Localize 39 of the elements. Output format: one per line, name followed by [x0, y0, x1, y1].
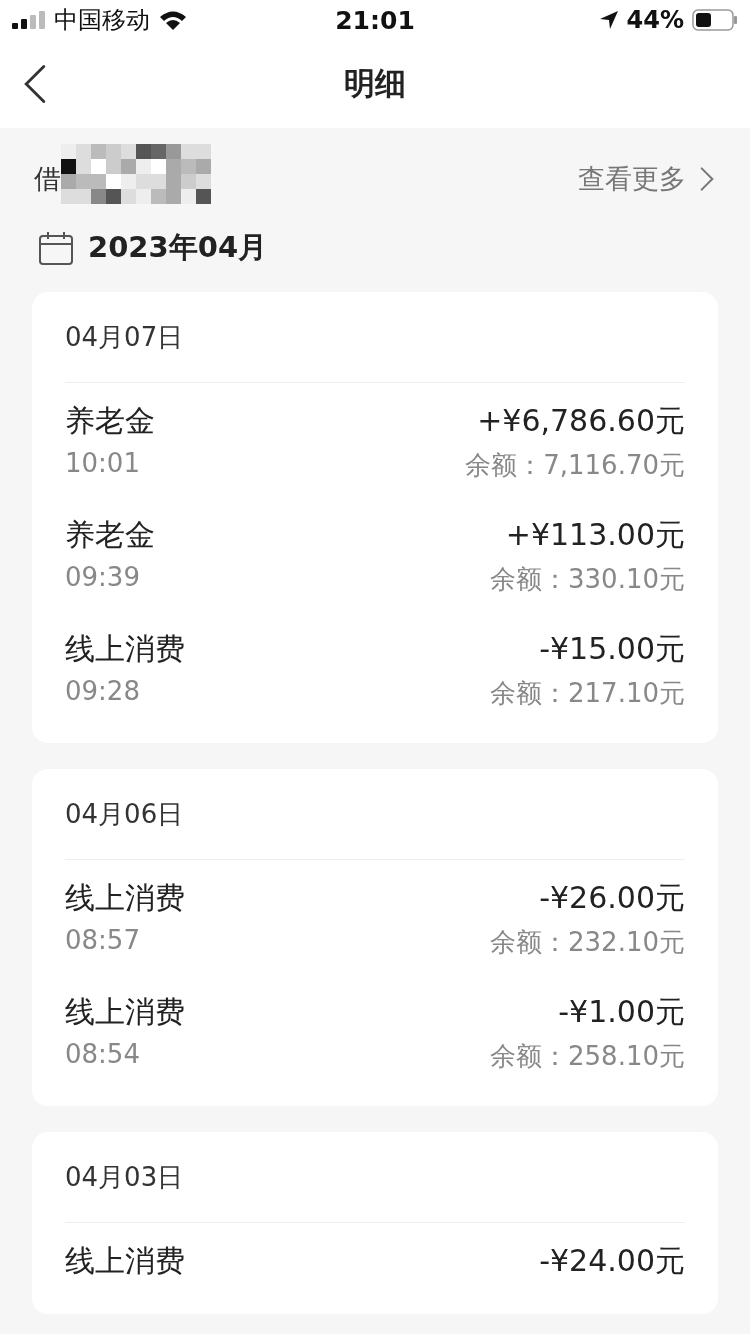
day-date: 04月06日 [65, 797, 184, 831]
balance-text: 余额：232.10元 [490, 926, 685, 959]
transaction-time: 09:39 [65, 562, 141, 594]
transaction-name: 线上消费 [65, 630, 186, 668]
transaction-name: 线上消费 [65, 1242, 186, 1280]
balance-text: 余额：258.10元 [490, 1040, 685, 1073]
transaction-amount: -¥26.00元 [539, 879, 685, 917]
signal-icon [12, 11, 46, 29]
balance-text: 余额：217.10元 [490, 677, 685, 710]
transaction-amount: +¥113.00元 [505, 516, 685, 554]
transaction-time: 08:57 [65, 925, 141, 957]
chevron-right-icon [700, 167, 714, 191]
transaction-time: 10:01 [65, 448, 141, 480]
balance-text: 余额：330.10元 [490, 563, 685, 596]
account-name: 借 [34, 162, 61, 196]
transaction-name: 养老金 [65, 402, 156, 440]
day-date: 04月07日 [65, 320, 184, 354]
transaction-amount: -¥24.00元 [539, 1242, 685, 1280]
transaction-amount: -¥15.00元 [539, 630, 685, 668]
transaction-name: 线上消费 [65, 993, 186, 1031]
transaction-amount: -¥1.00元 [558, 993, 685, 1031]
location-arrow-icon [598, 10, 619, 30]
view-more-link[interactable]: 查看更多 [578, 161, 714, 197]
transaction-name: 养老金 [65, 516, 156, 554]
clock-time: 21:01 [335, 5, 415, 35]
battery-icon [692, 9, 738, 31]
wifi-icon [158, 9, 188, 31]
transaction-time: 09:28 [65, 676, 141, 708]
back-icon [24, 64, 46, 104]
transaction-name: 线上消费 [65, 879, 186, 917]
battery-percent: 44% [626, 6, 684, 34]
carrier-name: 中国移动 [54, 5, 150, 36]
calendar-icon[interactable] [38, 230, 74, 266]
balance-text: 余额：7,116.70元 [465, 449, 685, 482]
transaction-time: 08:54 [65, 1039, 141, 1071]
page-title: 明细 [344, 64, 406, 103]
day-date: 04月03日 [65, 1160, 184, 1194]
month-label[interactable]: 2023年04月 [88, 228, 268, 268]
transaction-amount: +¥6,786.60元 [477, 402, 685, 440]
